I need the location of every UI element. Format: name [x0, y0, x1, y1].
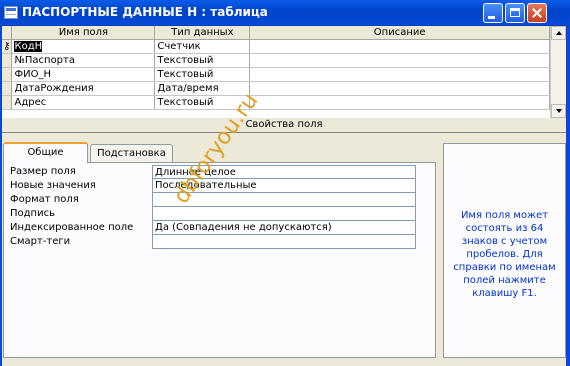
general-properties-panel: Размер поля Длинное целое Новые значения…: [3, 162, 436, 358]
column-header-description[interactable]: Описание: [249, 26, 550, 40]
property-value-field[interactable]: Да (Совпадения не допускаются): [152, 221, 416, 235]
property-value-field[interactable]: [152, 235, 416, 249]
row-selector-header: [2, 26, 13, 40]
pane-divider[interactable]: [2, 132, 566, 133]
property-label: Новые значения: [10, 180, 96, 191]
window-frame-right: [566, 26, 570, 366]
tab-lookup[interactable]: Подстановка: [90, 144, 173, 162]
property-label: Смарт-теги: [10, 236, 71, 247]
table-row[interactable]: Адрес Текстовый: [2, 95, 550, 110]
property-label: Подпись: [10, 208, 55, 219]
field-name-cell[interactable]: Адрес: [11, 95, 156, 110]
field-properties-heading: Свойства поля: [245, 119, 323, 130]
description-cell[interactable]: [249, 67, 550, 82]
field-grid: Имя поля Тип данных Описание ⚷ КодН Счет…: [2, 26, 550, 118]
property-row-new-values[interactable]: Новые значения Последовательные: [7, 179, 416, 193]
property-label: Размер поля: [10, 166, 76, 177]
description-cell[interactable]: [249, 95, 550, 110]
data-type-cell[interactable]: Текстовый: [154, 67, 251, 82]
column-header-name[interactable]: Имя поля: [11, 26, 156, 40]
close-button[interactable]: [527, 3, 547, 23]
description-cell[interactable]: [249, 39, 550, 54]
field-name-cell[interactable]: КодН: [11, 39, 156, 54]
description-cell[interactable]: [249, 81, 550, 96]
property-row-indexed[interactable]: Индексированное поле Да (Совпадения не д…: [7, 221, 416, 235]
field-name-cell[interactable]: №Паспорта: [11, 53, 156, 68]
data-type-cell[interactable]: Дата/время: [154, 81, 251, 96]
data-type-cell[interactable]: Счетчик: [154, 39, 251, 54]
description-cell[interactable]: [249, 53, 550, 68]
row-selector[interactable]: [2, 81, 13, 96]
property-value-field[interactable]: [152, 207, 416, 221]
window-title: ПАСПОРТНЫЕ ДАННЫЕ Н : таблица: [22, 5, 268, 19]
grid-vertical-scrollbar[interactable]: [550, 26, 566, 118]
property-row-smart-tags[interactable]: Смарт-теги: [7, 235, 416, 249]
row-selector[interactable]: [2, 53, 13, 68]
table-row[interactable]: ⚷ КодН Счетчик: [2, 39, 550, 54]
table-row[interactable]: ФИО_Н Текстовый: [2, 67, 550, 82]
field-name-cell[interactable]: ДатаРождения: [11, 81, 156, 96]
property-label: Индексированное поле: [10, 222, 134, 233]
scroll-up-arrow-icon[interactable]: [551, 26, 566, 40]
grid-header-row: Имя поля Тип данных Описание: [2, 26, 550, 40]
property-row-caption[interactable]: Подпись: [7, 207, 416, 221]
minimize-button[interactable]: [483, 3, 503, 23]
column-header-type[interactable]: Тип данных: [154, 26, 251, 40]
field-name-cell[interactable]: ФИО_Н: [11, 67, 156, 82]
field-name-text: КодН: [14, 41, 43, 52]
table-row[interactable]: №Паспорта Текстовый: [2, 53, 550, 68]
table-icon: [4, 6, 18, 19]
row-selector[interactable]: [2, 67, 13, 82]
title-bar: ПАСПОРТНЫЕ ДАННЫЕ Н : таблица: [0, 0, 570, 26]
scroll-down-arrow-icon[interactable]: [551, 104, 566, 118]
property-label: Формат поля: [10, 194, 79, 205]
row-selector[interactable]: [2, 95, 13, 110]
maximize-button[interactable]: [505, 3, 525, 23]
help-panel: Имя поля может состоять из 64 знаков с у…: [443, 143, 566, 358]
tab-general[interactable]: Общие: [3, 142, 88, 163]
row-selector-key-icon[interactable]: ⚷: [2, 39, 13, 54]
table-row[interactable]: ДатаРождения Дата/время: [2, 81, 550, 96]
property-row-format[interactable]: Формат поля: [7, 193, 416, 207]
help-text: Имя поля может состоять из 64 знаков с у…: [453, 210, 556, 299]
data-type-cell[interactable]: Текстовый: [154, 53, 251, 68]
